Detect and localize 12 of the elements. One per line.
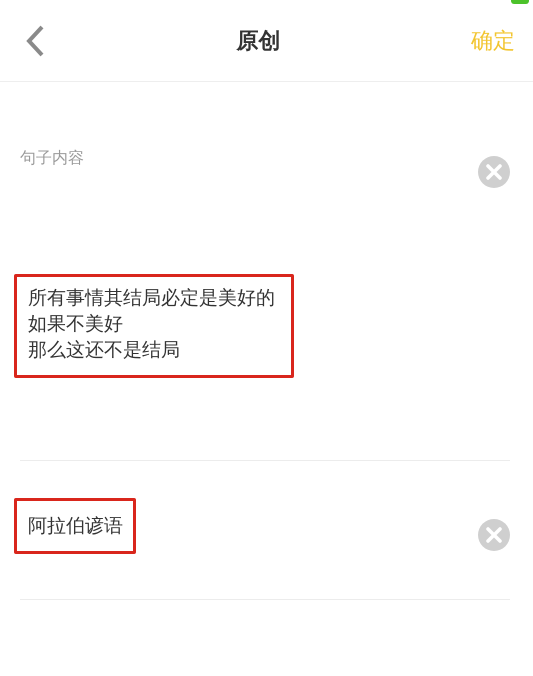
text-line: 如果不美好 [28, 312, 124, 337]
text-input[interactable]: 阿拉伯谚语 [14, 498, 136, 554]
page-title: 原创 [236, 28, 280, 56]
clear-icon[interactable] [478, 519, 510, 551]
text-input[interactable]: 所有事情其结局必定是美好的 如果不美好 那么这还不是结局 [14, 274, 294, 378]
text-line: 所有事情其结局必定是美好的 [28, 286, 275, 311]
back-icon [24, 24, 46, 58]
back-button[interactable] [24, 24, 46, 58]
text-line: 阿拉伯谚语 [28, 514, 123, 539]
text-line: 那么这还不是结局 [28, 338, 181, 363]
field-label: 句子内容 [20, 148, 84, 169]
clear-icon[interactable] [478, 156, 510, 188]
